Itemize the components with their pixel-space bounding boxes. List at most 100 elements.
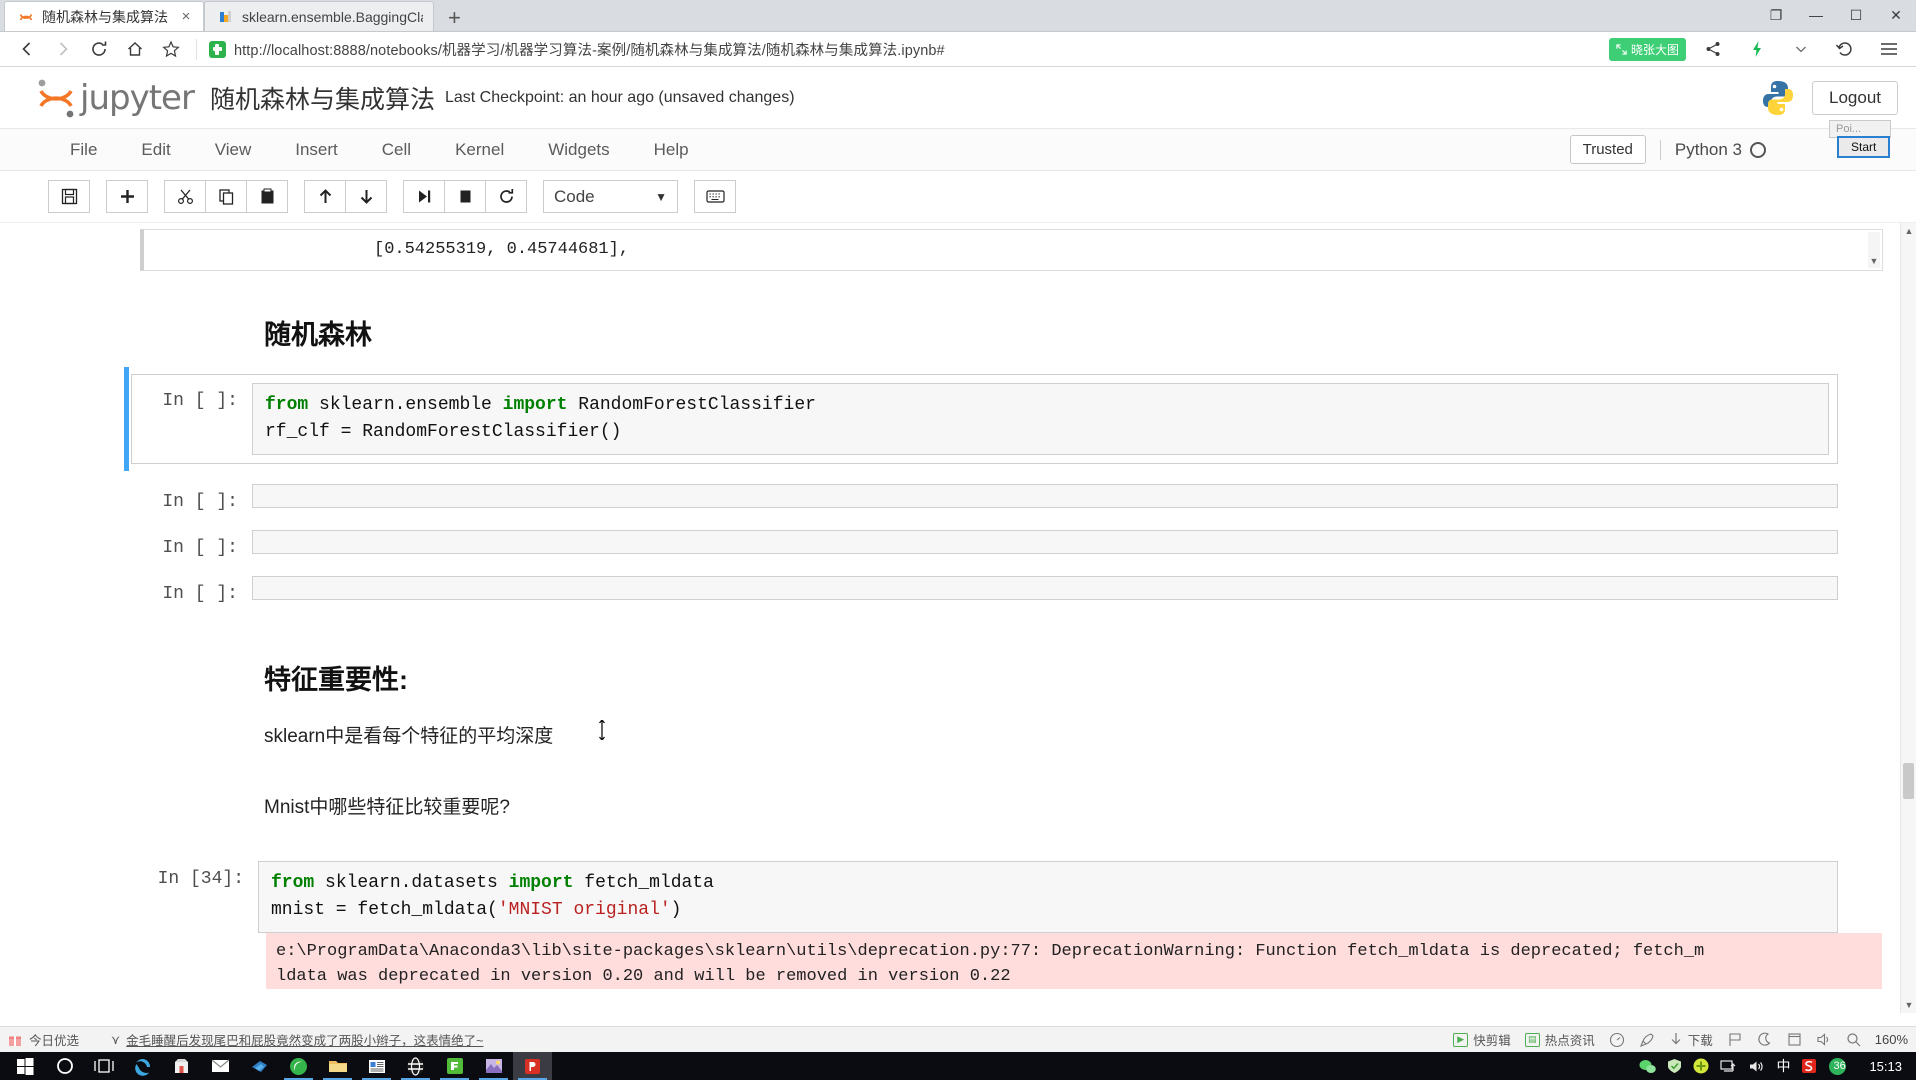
share-icon[interactable]	[1696, 34, 1730, 64]
scissors-icon[interactable]	[164, 180, 206, 213]
scrollbar-thumb[interactable]	[1903, 763, 1914, 799]
logout-button[interactable]: Logout	[1812, 80, 1898, 115]
speed-icon[interactable]	[1609, 1032, 1625, 1048]
new-tab-button[interactable]: +	[434, 7, 475, 31]
news-link[interactable]: 金毛睡醒后发现尾巴和屁股竟然变成了两股小辫子，这表情绝了~	[126, 1030, 483, 1049]
code-cell-empty-3[interactable]: In [ ]:	[140, 576, 1838, 604]
wechat-icon[interactable]	[1639, 1059, 1657, 1074]
menu-edit[interactable]: Edit	[119, 134, 192, 166]
code-editor[interactable]	[252, 530, 1838, 554]
restart-icon[interactable]	[485, 180, 527, 213]
lightning-icon[interactable]	[1740, 34, 1774, 64]
network-icon[interactable]	[1720, 1059, 1737, 1074]
code-editor[interactable]	[252, 484, 1838, 508]
copy-icon[interactable]	[205, 180, 247, 213]
plus-icon[interactable]	[106, 180, 148, 213]
arrow-up-icon[interactable]	[304, 180, 346, 213]
moon-icon[interactable]	[1757, 1032, 1773, 1048]
code-editor[interactable]: from sklearn.datasets import fetch_mldat…	[258, 861, 1838, 933]
volume-tray-icon[interactable]	[1748, 1059, 1765, 1074]
photos-icon[interactable]	[474, 1052, 513, 1080]
store-icon[interactable]	[162, 1052, 201, 1080]
menu-widgets[interactable]: Widgets	[526, 134, 631, 166]
plus-circle-icon[interactable]	[1693, 1058, 1709, 1074]
keyboard-icon[interactable]	[694, 180, 736, 213]
black-globe-icon[interactable]	[396, 1052, 435, 1080]
hot-news-tool[interactable]: ▤ 热点资讯	[1524, 1030, 1595, 1049]
close-icon[interactable]: ×	[179, 8, 193, 25]
screenshot-badge[interactable]: 晓张大图	[1608, 37, 1686, 61]
maximize-icon[interactable]: ☐	[1836, 2, 1876, 28]
cortana-icon[interactable]	[45, 1052, 84, 1080]
wps-icon[interactable]	[435, 1052, 474, 1080]
pdf-icon[interactable]	[513, 1052, 552, 1080]
sogou-icon[interactable]	[1801, 1058, 1817, 1074]
reload-icon[interactable]	[82, 34, 116, 64]
back-icon[interactable]	[10, 34, 44, 64]
code-cell-selected[interactable]: In [ ]: from sklearn.ensemble import Ran…	[124, 367, 1838, 471]
browser-tab-active[interactable]: 随机森林与集成算法 ×	[4, 1, 204, 31]
menu-help[interactable]: Help	[632, 134, 711, 166]
save-icon[interactable]	[48, 180, 90, 213]
minimize-icon[interactable]: —	[1796, 2, 1836, 28]
ime-indicator[interactable]: 中	[1776, 1056, 1790, 1076]
stop-icon[interactable]	[444, 180, 486, 213]
code-cell-executed[interactable]: In [34]: from sklearn.datasets import fe…	[140, 861, 1838, 933]
forward-icon[interactable]	[46, 34, 80, 64]
folder-icon[interactable]	[318, 1052, 357, 1080]
volume-icon[interactable]	[1816, 1032, 1832, 1047]
shield-security-icon[interactable]	[1667, 1058, 1682, 1074]
taskbar-clock[interactable]: 15:13	[1869, 1059, 1902, 1074]
output-scrollbar[interactable]: ▼	[1868, 232, 1880, 268]
chevron-down-icon[interactable]	[1784, 34, 1818, 64]
scroll-up-icon[interactable]: ▲	[1901, 223, 1916, 239]
browser-tab-inactive[interactable]: sklearn.ensemble.BaggingCla	[204, 1, 434, 31]
cell-type-select[interactable]: Code ▼	[543, 180, 678, 213]
menu-view[interactable]: View	[193, 134, 274, 166]
code-editor[interactable]	[252, 576, 1838, 600]
menu-cell[interactable]: Cell	[360, 134, 433, 166]
page-scrollbar[interactable]: ▲ ▼	[1900, 223, 1916, 1013]
trusted-badge[interactable]: Trusted	[1569, 135, 1646, 164]
menu-kernel[interactable]: Kernel	[433, 134, 526, 166]
notebook-name[interactable]: 随机森林与集成算法	[210, 80, 435, 116]
search-icon[interactable]	[1846, 1032, 1861, 1047]
menu-insert[interactable]: Insert	[273, 134, 360, 166]
scroll-down-icon[interactable]: ▼	[1901, 997, 1916, 1013]
close-window-icon[interactable]: ✕	[1876, 2, 1916, 28]
window-icon[interactable]	[1787, 1032, 1802, 1047]
menu-icon[interactable]	[1872, 34, 1906, 64]
rocket-icon[interactable]	[1639, 1032, 1655, 1048]
download-tool[interactable]: 下载	[1669, 1030, 1713, 1049]
code-cell-empty-1[interactable]: In [ ]:	[140, 484, 1838, 512]
taskview-icon[interactable]	[84, 1052, 123, 1080]
bird-icon[interactable]	[240, 1052, 279, 1080]
code-editor[interactable]: from sklearn.ensemble import RandomFores…	[252, 383, 1829, 455]
restore-icon[interactable]: ❐	[1756, 2, 1796, 28]
zoom-level-label[interactable]: 160%	[1875, 1032, 1908, 1047]
edge-icon[interactable]	[123, 1052, 162, 1080]
flag-icon[interactable]	[1727, 1032, 1743, 1047]
news-icon[interactable]	[357, 1052, 396, 1080]
code-cell-empty-2[interactable]: In [ ]:	[140, 530, 1838, 558]
daily-picks-label[interactable]: 今日优选	[29, 1030, 79, 1049]
home-icon[interactable]	[118, 34, 152, 64]
run-icon[interactable]	[403, 180, 445, 213]
start-button[interactable]: Start	[1837, 136, 1891, 158]
green-globe-icon[interactable]	[279, 1052, 318, 1080]
windows-icon[interactable]	[6, 1052, 45, 1080]
quick-edit-tool[interactable]: ▶ 快剪辑	[1453, 1030, 1511, 1049]
chevron-down-icon[interactable]: ▼	[1869, 256, 1879, 266]
jupyter-logo[interactable]: jupyter	[34, 76, 195, 120]
kernel-indicator[interactable]: Python 3	[1659, 139, 1766, 160]
mail-icon[interactable]	[201, 1052, 240, 1080]
paste-icon[interactable]	[246, 180, 288, 213]
shuffle-icon[interactable]: ⋎	[111, 1032, 120, 1047]
arrow-down-icon[interactable]	[345, 180, 387, 213]
history-icon[interactable]	[1828, 34, 1862, 64]
url-input[interactable]: http://localhost:8888/notebooks/机器学习/机器学…	[196, 38, 1597, 60]
menu-file[interactable]: File	[48, 134, 119, 166]
star-icon[interactable]	[154, 34, 188, 64]
markdown-heading-random-forest: 随机森林	[264, 320, 372, 350]
chevron-down-icon: ▼	[655, 189, 667, 204]
